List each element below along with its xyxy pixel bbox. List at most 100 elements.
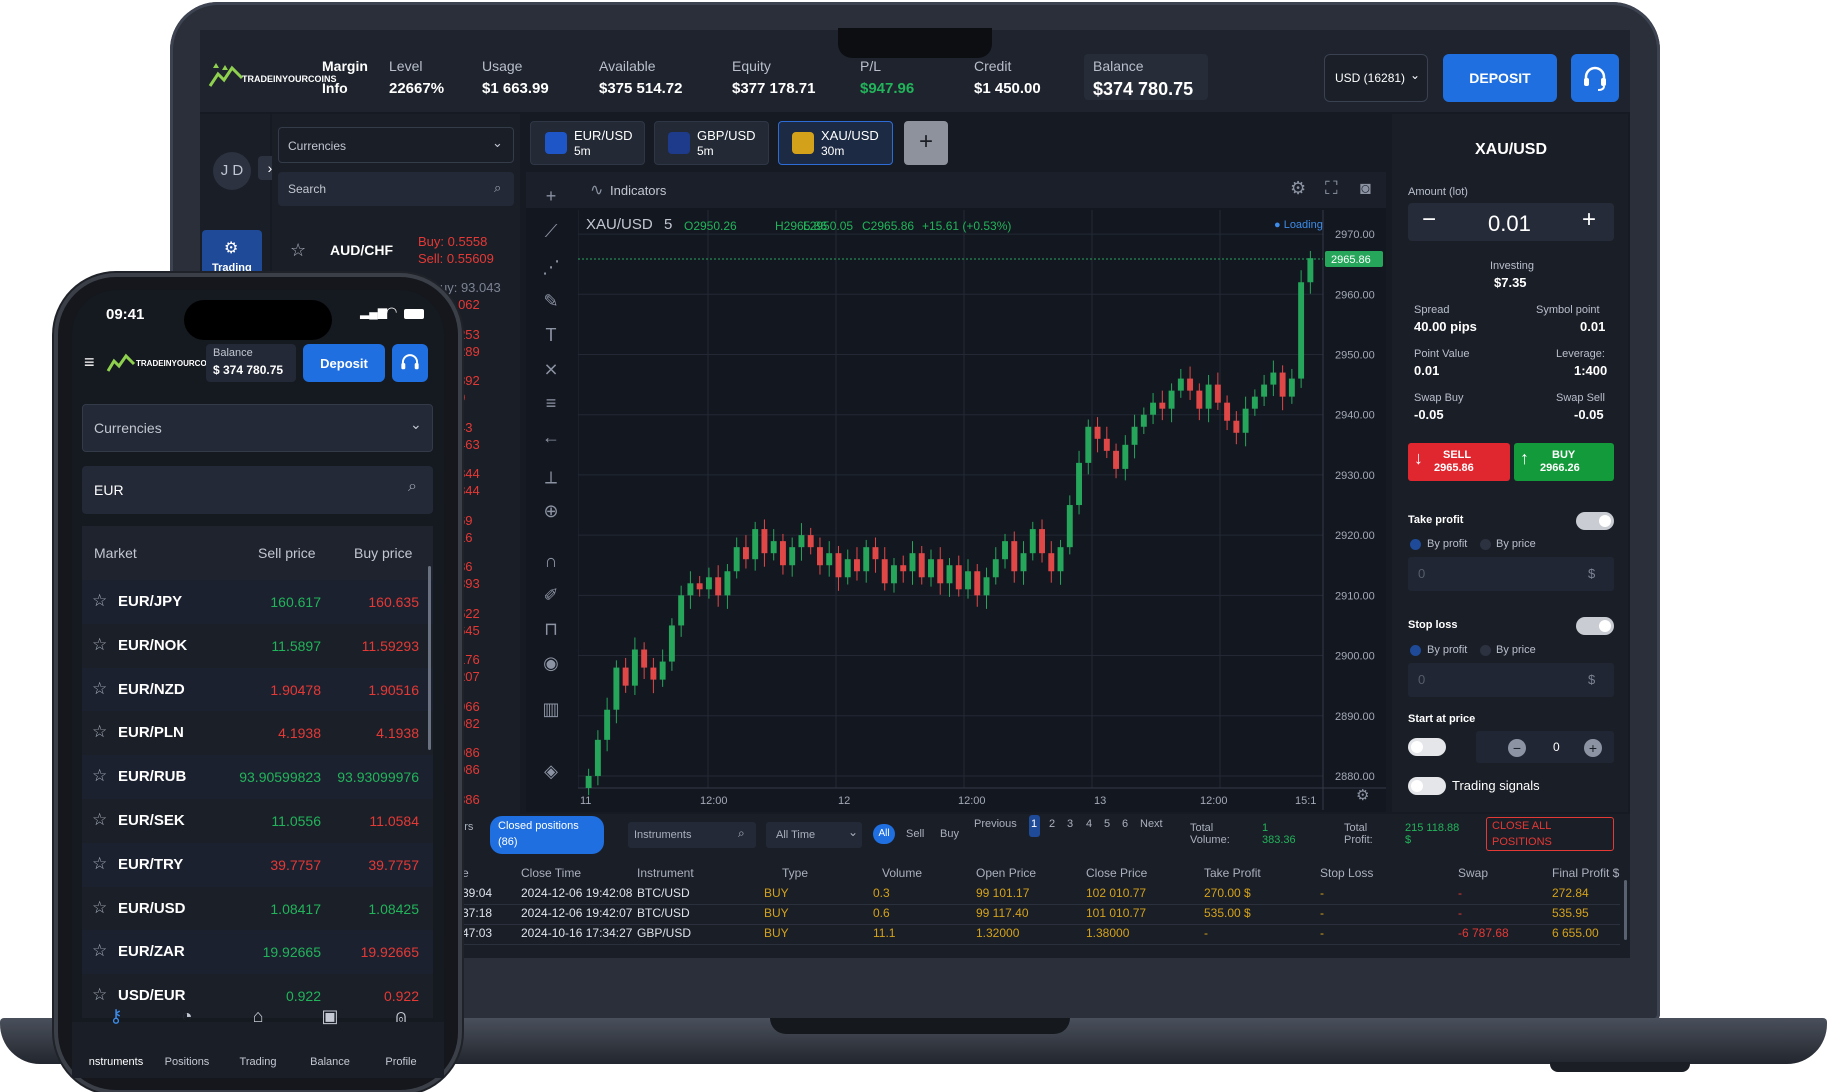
text-icon[interactable]: T (538, 322, 564, 348)
pagination-page[interactable]: 5 (1104, 818, 1110, 830)
take-profit-toggle[interactable] (1576, 512, 1614, 530)
balance-icon[interactable]: ▣ (294, 1006, 366, 1027)
ruler-icon[interactable]: ⟂ (538, 464, 564, 490)
positions-column-header[interactable]: Open Price (976, 866, 1036, 880)
star-icon[interactable]: ☆ (92, 985, 107, 1005)
market-row[interactable]: ☆ EUR/JPY 160.617 160.635 (82, 580, 433, 624)
settings-icon[interactable]: ⚙ (1290, 178, 1306, 199)
axis-settings-icon[interactable]: ⚙ (1356, 786, 1369, 804)
positions-column-header[interactable]: Final Profit $ (1552, 866, 1619, 880)
trading-signals-toggle[interactable] (1408, 777, 1446, 795)
pagination-page[interactable]: 6 (1122, 818, 1128, 830)
star-icon[interactable]: ☆ (92, 635, 107, 655)
candlestick-chart[interactable]: 2970.00 2960.00 2950.00 2940.00 2930.00 2920.… (578, 210, 1386, 810)
nav-instruments[interactable]: nstruments (80, 1056, 152, 1068)
channel-icon[interactable]: ⋰ (538, 254, 564, 280)
stop-loss-toggle[interactable] (1576, 617, 1614, 635)
phone-list-scrollbar[interactable] (428, 566, 431, 750)
market-row[interactable]: ☆ EUR/PLN 4.1938 4.1938 (82, 711, 433, 756)
star-icon[interactable]: ☆ (92, 766, 107, 786)
stepper-minus-button[interactable]: − (1508, 739, 1526, 757)
deposit-button[interactable]: DEPOSIT (1443, 54, 1557, 102)
pattern-icon[interactable]: ⨯ (538, 356, 564, 382)
star-icon[interactable]: ☆ (92, 854, 107, 874)
lock-icon[interactable]: ⊓ (538, 616, 564, 642)
filter-all-button[interactable]: All (873, 824, 895, 844)
indicators-button[interactable]: Indicators (610, 183, 666, 198)
hamburger-menu-icon[interactable]: ≡ (84, 352, 95, 373)
support-button[interactable] (1571, 54, 1619, 102)
lock-drawing-icon[interactable]: ✐ (538, 582, 564, 608)
pagination-page[interactable]: 2 (1049, 818, 1055, 830)
by-price-radio[interactable] (1480, 645, 1491, 656)
layers-icon[interactable]: ◈ (538, 758, 564, 784)
margin-info-label[interactable]: Margin (322, 58, 368, 74)
trendline-icon[interactable]: ⟋ (538, 218, 564, 244)
positions-column-header[interactable]: Swap (1458, 866, 1488, 880)
trash-icon[interactable]: ▥ (538, 696, 564, 722)
market-row[interactable]: ☆ EUR/USD 1.08417 1.08425 (82, 886, 433, 931)
arrow-left-icon[interactable]: ← (538, 424, 564, 450)
star-icon[interactable]: ☆ (92, 941, 107, 961)
pagination-page[interactable]: 3 (1067, 818, 1073, 830)
market-row[interactable]: ☆ EUR/RUB 93.90599823 93.93099976 (82, 755, 433, 800)
star-icon[interactable]: ☆ (290, 240, 306, 261)
phone-search-input[interactable] (82, 466, 433, 514)
filter-buy-button[interactable]: Buy (940, 828, 959, 840)
by-profit-radio[interactable] (1410, 539, 1421, 550)
camera-icon[interactable]: ◙ (1360, 178, 1371, 199)
pagination-next[interactable]: Next (1140, 818, 1163, 830)
positions-column-header[interactable]: Close Price (1086, 866, 1147, 880)
fullscreen-icon[interactable]: ⛶ (1325, 178, 1338, 199)
star-icon[interactable]: ☆ (92, 591, 107, 611)
nav-positions[interactable]: Positions (151, 1056, 223, 1068)
add-tab-button[interactable]: + (904, 121, 948, 165)
take-profit-input[interactable] (1408, 557, 1614, 591)
star-icon[interactable]: ☆ (92, 810, 107, 830)
eye-icon[interactable]: ◉ (538, 650, 564, 676)
amount-minus-button[interactable]: − (1422, 206, 1436, 234)
market-row[interactable]: ☆ EUR/NOK 11.5897 11.59293 (82, 623, 433, 668)
crosshair-icon[interactable]: + (538, 183, 564, 209)
start-at-price-toggle[interactable] (1408, 738, 1446, 756)
positions-column-header[interactable]: Type (782, 866, 808, 880)
star-icon[interactable]: ☆ (92, 722, 107, 742)
market-row[interactable]: ☆ EUR/NZD 1.90478 1.90516 (82, 667, 433, 712)
amount-plus-button[interactable]: + (1582, 206, 1596, 234)
by-price-radio[interactable] (1480, 539, 1491, 550)
watchlist-symbol[interactable]: AUD/CHF (330, 242, 393, 258)
star-icon[interactable]: ☆ (92, 898, 107, 918)
market-row[interactable]: ☆ EUR/SEK 11.0556 11.0584 (82, 799, 433, 843)
positions-icon[interactable]: ◔ (151, 1006, 223, 1027)
positions-column-header[interactable]: Instrument (637, 866, 694, 880)
positions-column-header[interactable]: Close Time (521, 866, 581, 880)
star-icon[interactable]: ☆ (92, 679, 107, 699)
trading-icon[interactable]: ⌂ (222, 1006, 294, 1027)
nav-trading[interactable]: Trading (222, 1056, 294, 1068)
fibonacci-icon[interactable]: ≡ (538, 390, 564, 416)
stop-loss-input[interactable] (1408, 663, 1614, 697)
stepper-plus-button[interactable]: + (1584, 739, 1602, 757)
nav-balance[interactable]: Balance (294, 1056, 366, 1068)
zoom-icon[interactable]: ⊕ (538, 498, 564, 524)
by-profit-radio[interactable] (1410, 645, 1421, 656)
pagination-page[interactable]: 1 (1031, 818, 1037, 830)
profile-icon[interactable]: ⍝ (365, 1006, 437, 1027)
instruments-icon[interactable]: ⚷ (80, 1006, 152, 1027)
filter-sell-button[interactable]: Sell (906, 828, 924, 840)
positions-column-header[interactable]: Take Profit (1204, 866, 1261, 880)
positions-column-header[interactable]: Volume (882, 866, 922, 880)
avatar[interactable]: J D (213, 152, 251, 190)
market-row[interactable]: ☆ EUR/ZAR 19.92665 19.92665 (82, 930, 433, 975)
margin-info-label[interactable]: Info (322, 80, 348, 96)
nav-profile[interactable]: Profile (365, 1056, 437, 1068)
positions-column-header[interactable]: Stop Loss (1320, 866, 1373, 880)
pagination-page[interactable]: 4 (1086, 818, 1092, 830)
phone-support-button[interactable] (392, 344, 428, 382)
magnet-icon[interactable]: ∩ (538, 548, 564, 574)
phone-deposit-button[interactable]: Deposit (303, 344, 385, 382)
pagination-previous[interactable]: Previous (974, 818, 1017, 830)
brush-icon[interactable]: ✎ (538, 288, 564, 314)
positions-scrollbar[interactable] (1624, 880, 1627, 940)
market-row[interactable]: ☆ EUR/TRY 39.7757 39.7757 (82, 842, 433, 887)
